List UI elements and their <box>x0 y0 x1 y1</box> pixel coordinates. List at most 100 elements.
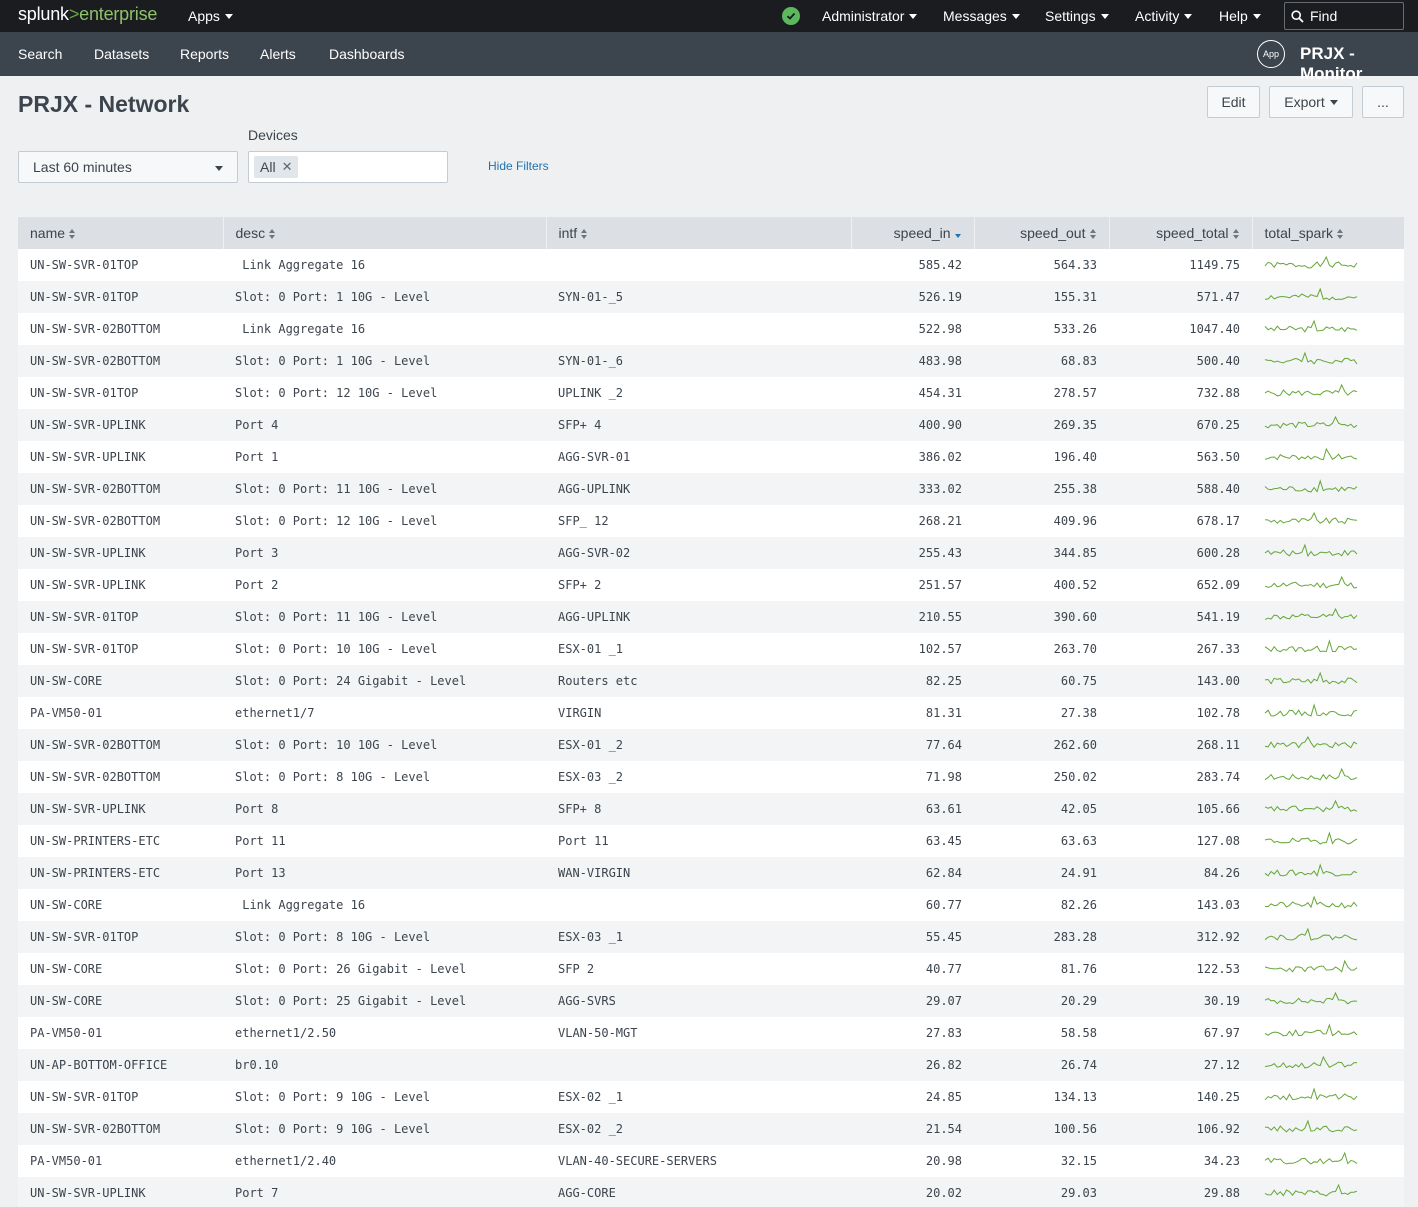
cell-speed-in: 82.25 <box>925 674 962 688</box>
cell-speed-out: 26.74 <box>1060 1058 1097 1072</box>
cell-speed-out: 283.28 <box>1053 930 1097 944</box>
table-row[interactable]: UN-SW-SVR-UPLINK Port 3 AGG-SVR-02 255.43 34… <box>18 537 1404 569</box>
cell-name: PA-VM50-01 <box>30 1154 103 1168</box>
table-row[interactable]: UN-SW-SVR-02BOTTOM Slot: 0 Port: 8 10G - … <box>18 761 1404 793</box>
user-menu[interactable]: Administrator <box>822 0 918 32</box>
cell-speed-total: 127.08 <box>1196 834 1240 848</box>
sparkline-chart <box>1264 479 1358 493</box>
sparkline <box>1264 735 1358 749</box>
column-header-name[interactable]: name <box>18 217 224 249</box>
help-menu[interactable]: Help <box>1219 0 1261 32</box>
table-row[interactable]: UN-SW-SVR-UPLINK Port 2 SFP+ 2 251.57 400.52… <box>18 569 1404 601</box>
cell-name: UN-SW-SVR-UPLINK <box>30 802 146 816</box>
cell-speed-in: 40.77 <box>925 962 962 976</box>
apps-menu[interactable]: Apps <box>188 0 233 32</box>
table-row[interactable]: UN-SW-SVR-01TOP Slot: 0 Port: 9 10G - Lev… <box>18 1081 1404 1113</box>
sparkline <box>1264 447 1358 461</box>
cell-desc: Slot: 0 Port: 11 10G - Level <box>235 610 438 624</box>
table-row[interactable]: UN-SW-CORE Slot: 0 Port: 25 Gigabit - Lev… <box>18 985 1404 1017</box>
column-header-total-spark[interactable]: total_spark <box>1252 217 1404 249</box>
cell-name: UN-SW-SVR-01TOP <box>30 610 139 624</box>
cell-name: UN-AP-BOTTOM-OFFICE <box>30 1058 168 1072</box>
cell-speed-in: 77.64 <box>925 738 962 752</box>
cell-intf: ESX-01 _1 <box>558 642 624 656</box>
sparkline-chart <box>1264 575 1358 589</box>
column-header-speed-total[interactable]: speed_total <box>1109 217 1253 249</box>
sparkline-chart <box>1264 767 1358 781</box>
table-row[interactable]: UN-SW-SVR-02BOTTOM Slot: 0 Port: 12 10G -… <box>18 505 1404 537</box>
sparkline-chart <box>1264 863 1358 877</box>
table-row[interactable]: UN-SW-SVR-UPLINK Port 4 SFP+ 4 400.90 269.35… <box>18 409 1404 441</box>
column-header-intf[interactable]: intf <box>546 217 852 249</box>
table-row[interactable]: UN-SW-SVR-01TOP Slot: 0 Port: 12 10G - Le… <box>18 377 1404 409</box>
sparkline <box>1264 991 1358 1005</box>
nav-datasets[interactable]: Datasets <box>94 32 149 76</box>
cell-total-spark <box>1252 441 1404 473</box>
table-row[interactable]: UN-SW-SVR-UPLINK Port 7 AGG-CORE 20.02 29.03… <box>18 1177 1404 1207</box>
nav-dashboards[interactable]: Dashboards <box>329 32 405 76</box>
table-row[interactable]: UN-SW-SVR-01TOP Slot: 0 Port: 10 10G - Le… <box>18 633 1404 665</box>
table-row[interactable]: UN-SW-SVR-02BOTTOM Link Aggregate 16 522.… <box>18 313 1404 345</box>
table-row[interactable]: UN-SW-SVR-02BOTTOM Slot: 0 Port: 9 10G - … <box>18 1113 1404 1145</box>
table-row[interactable]: UN-SW-CORE Slot: 0 Port: 26 Gigabit - Lev… <box>18 953 1404 985</box>
health-status-check-icon[interactable] <box>782 7 800 25</box>
cell-intf: VLAN-40-SECURE-SERVERS <box>558 1154 717 1168</box>
cell-speed-total: 268.11 <box>1196 738 1240 752</box>
nav-reports[interactable]: Reports <box>180 32 229 76</box>
cell-name: UN-SW-SVR-UPLINK <box>30 418 146 432</box>
devices-multiselect[interactable]: All ✕ <box>248 151 448 183</box>
sparkline-chart <box>1264 735 1358 749</box>
table-row[interactable]: UN-SW-SVR-UPLINK Port 8 SFP+ 8 63.61 42.05 10… <box>18 793 1404 825</box>
table-row[interactable]: UN-SW-SVR-02BOTTOM Slot: 0 Port: 11 10G -… <box>18 473 1404 505</box>
cell-speed-in: 400.90 <box>918 418 962 432</box>
table-row[interactable]: PA-VM50-01 ethernet1/2.50 VLAN-50-MGT 27.83… <box>18 1017 1404 1049</box>
table-row[interactable]: UN-SW-SVR-02BOTTOM Slot: 0 Port: 10 10G -… <box>18 729 1404 761</box>
find-search-box[interactable] <box>1284 2 1404 30</box>
table-row[interactable]: UN-SW-SVR-01TOP Link Aggregate 16 585.42 5… <box>18 249 1404 281</box>
splunk-logo[interactable]: splunk>enterprise <box>18 4 157 25</box>
settings-menu[interactable]: Settings <box>1045 0 1109 32</box>
table-row[interactable]: UN-AP-BOTTOM-OFFICE br0.10 26.82 26.74 27.12 <box>18 1049 1404 1081</box>
cell-total-spark <box>1252 633 1404 665</box>
export-button[interactable]: Export <box>1269 86 1353 118</box>
nav-alerts[interactable]: Alerts <box>260 32 296 76</box>
table-row[interactable]: UN-SW-CORE Slot: 0 Port: 24 Gigabit - Lev… <box>18 665 1404 697</box>
table-row[interactable]: UN-SW-PRINTERS-ETC Port 13 WAN-VIRGIN 62.84… <box>18 857 1404 889</box>
more-actions-button[interactable]: ... <box>1362 86 1404 118</box>
remove-token-close-icon[interactable]: ✕ <box>282 159 293 175</box>
app-name[interactable]: PRJX - Monitor <box>1300 44 1418 84</box>
table-body: UN-SW-SVR-01TOP Link Aggregate 16 585.42 5… <box>18 249 1404 1207</box>
cell-speed-total: 105.66 <box>1196 802 1240 816</box>
column-header-speed-in[interactable]: speed_in <box>851 217 975 249</box>
messages-menu[interactable]: Messages <box>943 0 1020 32</box>
table-row[interactable]: UN-SW-SVR-UPLINK Port 1 AGG-SVR-01 386.02 19… <box>18 441 1404 473</box>
column-header-speed-out[interactable]: speed_out <box>974 217 1110 249</box>
activity-menu[interactable]: Activity <box>1135 0 1193 32</box>
table-row[interactable]: UN-SW-PRINTERS-ETC Port 11 Port 11 63.45 63.… <box>18 825 1404 857</box>
table-row[interactable]: PA-VM50-01 ethernet1/7 VIRGIN 81.31 27.38 102… <box>18 697 1404 729</box>
cell-name: UN-SW-SVR-02BOTTOM <box>30 354 161 368</box>
table-row[interactable]: PA-VM50-01 ethernet1/2.40 VLAN-40-SECURE-S… <box>18 1145 1404 1177</box>
column-header-desc[interactable]: desc <box>223 217 547 249</box>
sparkline-chart <box>1264 351 1358 365</box>
cell-desc: Slot: 0 Port: 12 10G - Level <box>235 514 438 528</box>
cell-speed-out: 533.26 <box>1053 322 1097 336</box>
nav-search[interactable]: Search <box>18 32 62 76</box>
cell-desc: Slot: 0 Port: 26 Gigabit - Level <box>235 962 467 976</box>
find-input[interactable] <box>1310 8 1396 24</box>
time-range-picker[interactable]: Last 60 minutes <box>18 151 238 183</box>
hide-filters-link[interactable]: Hide Filters <box>488 159 549 173</box>
table-row[interactable]: UN-SW-SVR-02BOTTOM Slot: 0 Port: 1 10G - … <box>18 345 1404 377</box>
chevron-down-icon <box>1184 13 1193 19</box>
cell-speed-in: 24.85 <box>925 1090 962 1104</box>
cell-speed-total: 67.97 <box>1203 1026 1240 1040</box>
table-row[interactable]: UN-SW-CORE Link Aggregate 16 60.77 82.26 14… <box>18 889 1404 921</box>
sparkline-chart <box>1264 511 1358 525</box>
cell-total-spark <box>1252 601 1404 633</box>
cell-name: UN-SW-CORE <box>30 994 103 1008</box>
device-token-all[interactable]: All ✕ <box>254 156 299 178</box>
table-row[interactable]: UN-SW-SVR-01TOP Slot: 0 Port: 1 10G - Lev… <box>18 281 1404 313</box>
table-row[interactable]: UN-SW-SVR-01TOP Slot: 0 Port: 8 10G - Lev… <box>18 921 1404 953</box>
table-row[interactable]: UN-SW-SVR-01TOP Slot: 0 Port: 11 10G - Le… <box>18 601 1404 633</box>
edit-button[interactable]: Edit <box>1207 86 1260 118</box>
